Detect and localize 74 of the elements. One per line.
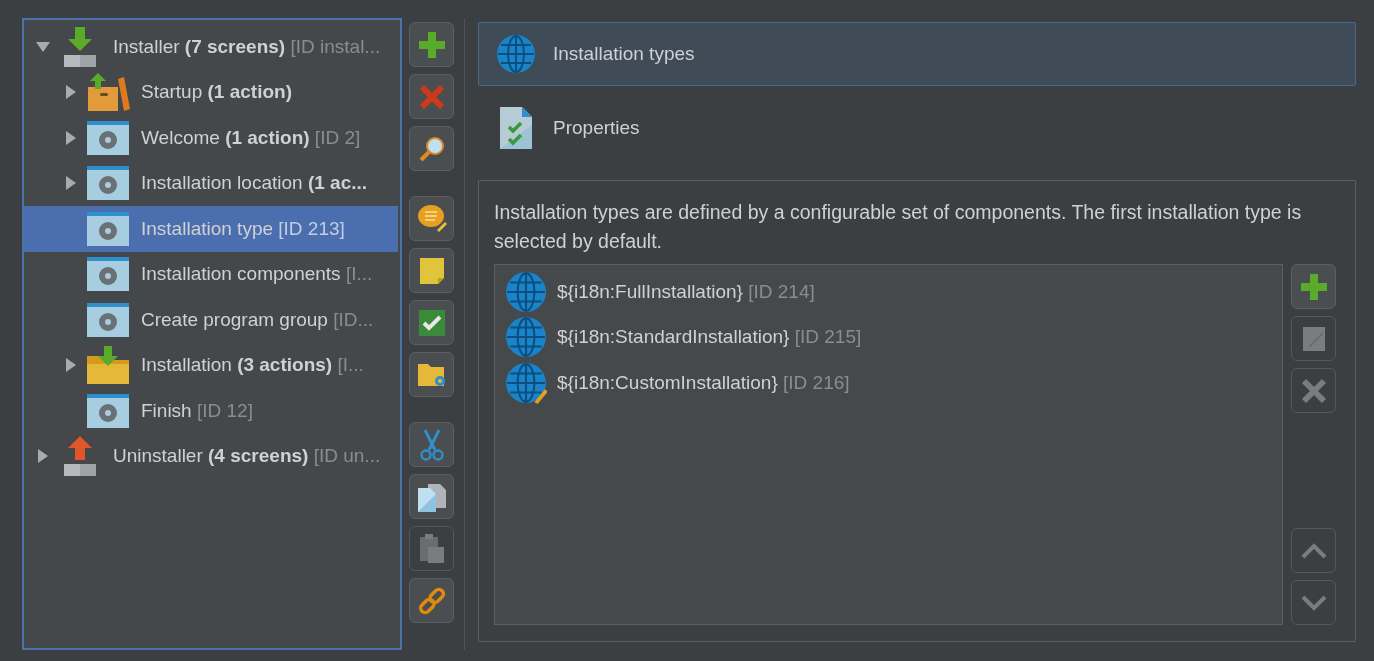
tree-item[interactable]: Startup (1 action) <box>24 69 398 115</box>
tree-item-label: Installer (7 screens) [ID instal... <box>113 34 381 59</box>
expanded-arrow-icon[interactable] <box>35 40 51 53</box>
plus-icon <box>418 31 445 58</box>
download-arrow-icon <box>62 24 98 69</box>
tree-item-label: Finish [ID 12] <box>141 398 253 423</box>
box-icon <box>86 71 130 114</box>
toolbar-button[interactable] <box>409 196 454 241</box>
delete-icon <box>1300 377 1327 404</box>
chevron-down-icon <box>1300 594 1327 611</box>
tree-item[interactable]: Installation location (1 ac... <box>24 160 398 206</box>
collapsed-arrow-icon[interactable] <box>65 175 77 192</box>
globe-icon <box>505 316 547 359</box>
list-item[interactable]: ${i18n:CustomInstallation} [ID 216] <box>505 360 1282 406</box>
plus-icon <box>1300 273 1327 300</box>
tree-item-label: Installation type [ID 213] <box>141 216 345 241</box>
description-text: Installation types are defined by a configurable set of components. The first installation type is selected by default. <box>494 200 1303 254</box>
delete-icon <box>418 83 445 110</box>
tree-item[interactable]: Uninstaller (4 screens) [ID un... <box>24 433 398 479</box>
chevron-up-icon <box>1300 542 1327 559</box>
toolbar-button[interactable] <box>409 248 454 293</box>
globe-icon <box>505 270 547 313</box>
tree-item-label: Create program group [ID... <box>141 307 374 332</box>
window-gear-icon <box>87 257 129 292</box>
globe-icon <box>496 34 536 74</box>
tree-item[interactable]: Installation components [I... <box>24 251 398 297</box>
chain-link-icon <box>417 586 446 615</box>
section-item[interactable]: Properties <box>478 96 1356 160</box>
window-gear-icon <box>87 120 129 155</box>
list-button[interactable] <box>1291 264 1336 309</box>
tree-item[interactable]: Create program group [ID... <box>24 297 398 343</box>
collapsed-arrow-icon[interactable] <box>37 448 49 465</box>
search-icon <box>418 135 445 162</box>
tree-item-label: Installation components [I... <box>141 262 373 286</box>
window-gear-icon <box>87 166 129 201</box>
tree-item-label: Uninstaller (4 screens) [ID un... <box>113 444 381 468</box>
list-item[interactable]: ${i18n:StandardInstallation} [ID 215] <box>505 314 1282 360</box>
clipboard-icon <box>418 533 445 564</box>
collapsed-arrow-icon[interactable] <box>65 357 77 374</box>
copy-icon <box>417 481 446 512</box>
speech-bubble-icon <box>416 203 447 234</box>
window-gear-icon <box>87 393 129 428</box>
tree-item[interactable]: Welcome (1 action) [ID 2] <box>24 115 398 161</box>
upload-arrow-icon <box>62 434 98 479</box>
collapsed-arrow-icon[interactable] <box>65 129 77 146</box>
toolbar-button[interactable] <box>409 578 454 623</box>
window-gear-icon <box>87 211 129 246</box>
scissors-icon <box>418 428 445 461</box>
tree-item-label: Installation (3 actions) [I... <box>141 353 364 377</box>
tree-item-label: Startup (1 action) <box>141 80 292 104</box>
checklist-document-icon <box>500 107 532 149</box>
sticky-note-icon <box>418 256 445 285</box>
notepad-icon <box>1300 324 1327 353</box>
collapsed-arrow-icon[interactable] <box>65 84 77 101</box>
checkmark-icon <box>418 309 445 336</box>
tree-item[interactable]: Installation (3 actions) [I... <box>24 342 398 388</box>
tree-item[interactable]: Installation type [ID 213] <box>24 206 398 252</box>
list-item[interactable]: ${i18n:FullInstallation} [ID 214] <box>505 269 1282 315</box>
globe-pencil-icon <box>505 361 547 404</box>
toolbar-button[interactable] <box>409 300 454 345</box>
section-label: Installation types <box>553 41 695 66</box>
tree-item[interactable]: Installer (7 screens) [ID instal... <box>24 24 398 70</box>
section-label: Properties <box>553 115 640 140</box>
folder-sync-icon <box>417 361 446 388</box>
toolbar-button[interactable] <box>409 126 454 171</box>
toolbar-button[interactable] <box>409 352 454 397</box>
tree-item-label: Installation location (1 ac... <box>141 171 368 195</box>
section-item[interactable]: Installation types <box>478 22 1356 86</box>
folder-download-icon <box>87 344 129 387</box>
toolbar-button[interactable] <box>409 22 454 67</box>
window-gear-icon <box>87 302 129 337</box>
toolbar-button[interactable] <box>409 474 454 519</box>
tree-item[interactable]: Finish [ID 12] <box>24 388 398 434</box>
tree-item-label: Welcome (1 action) [ID 2] <box>141 125 361 150</box>
